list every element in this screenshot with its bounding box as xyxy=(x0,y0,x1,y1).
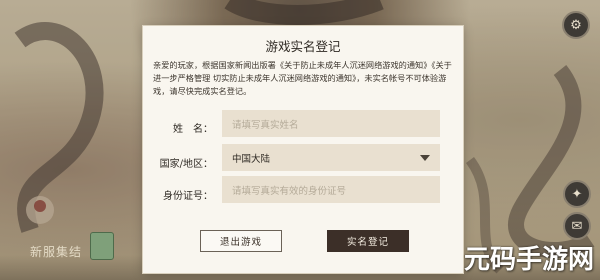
settings-button[interactable]: ⚙ xyxy=(562,11,590,39)
chevron-down-icon xyxy=(420,154,430,161)
id-number-label: 身份证号： xyxy=(163,191,213,202)
gift-button[interactable]: ✦ xyxy=(563,180,591,208)
chat-icon: ✉ xyxy=(571,218,583,234)
id-number-input[interactable]: 请填写真实有效的身份证号 xyxy=(222,176,440,203)
event-tile[interactable] xyxy=(90,232,114,260)
gear-icon: ⚙ xyxy=(570,17,582,33)
chat-button[interactable]: ✉ xyxy=(563,212,591,240)
gift-icon: ✦ xyxy=(571,186,583,202)
dialog-notice: 亲爱的玩家，根据国家新闻出版署《关于防止未成年人沉迷网络游戏的通知》《关于进一步… xyxy=(153,60,452,96)
name-label: 姓 名： xyxy=(173,124,213,135)
realname-dialog: 游戏实名登记 亲爱的玩家，根据国家新闻出版署《关于防止未成年人沉迷网络游戏的通知… xyxy=(143,26,463,273)
submit-realname-button[interactable]: 实名登记 xyxy=(327,230,409,252)
region-select[interactable]: 中国大陆 xyxy=(222,144,440,171)
region-label: 国家/地区： xyxy=(159,159,213,170)
dialog-title: 游戏实名登记 xyxy=(265,39,341,54)
event-label[interactable]: 新服集结 xyxy=(30,243,82,260)
exit-game-button[interactable]: 退出游戏 xyxy=(200,230,282,252)
name-input[interactable]: 请填写真实姓名 xyxy=(222,110,440,137)
region-value: 中国大陆 xyxy=(232,153,271,165)
site-watermark: 元码手游网 xyxy=(463,245,594,275)
